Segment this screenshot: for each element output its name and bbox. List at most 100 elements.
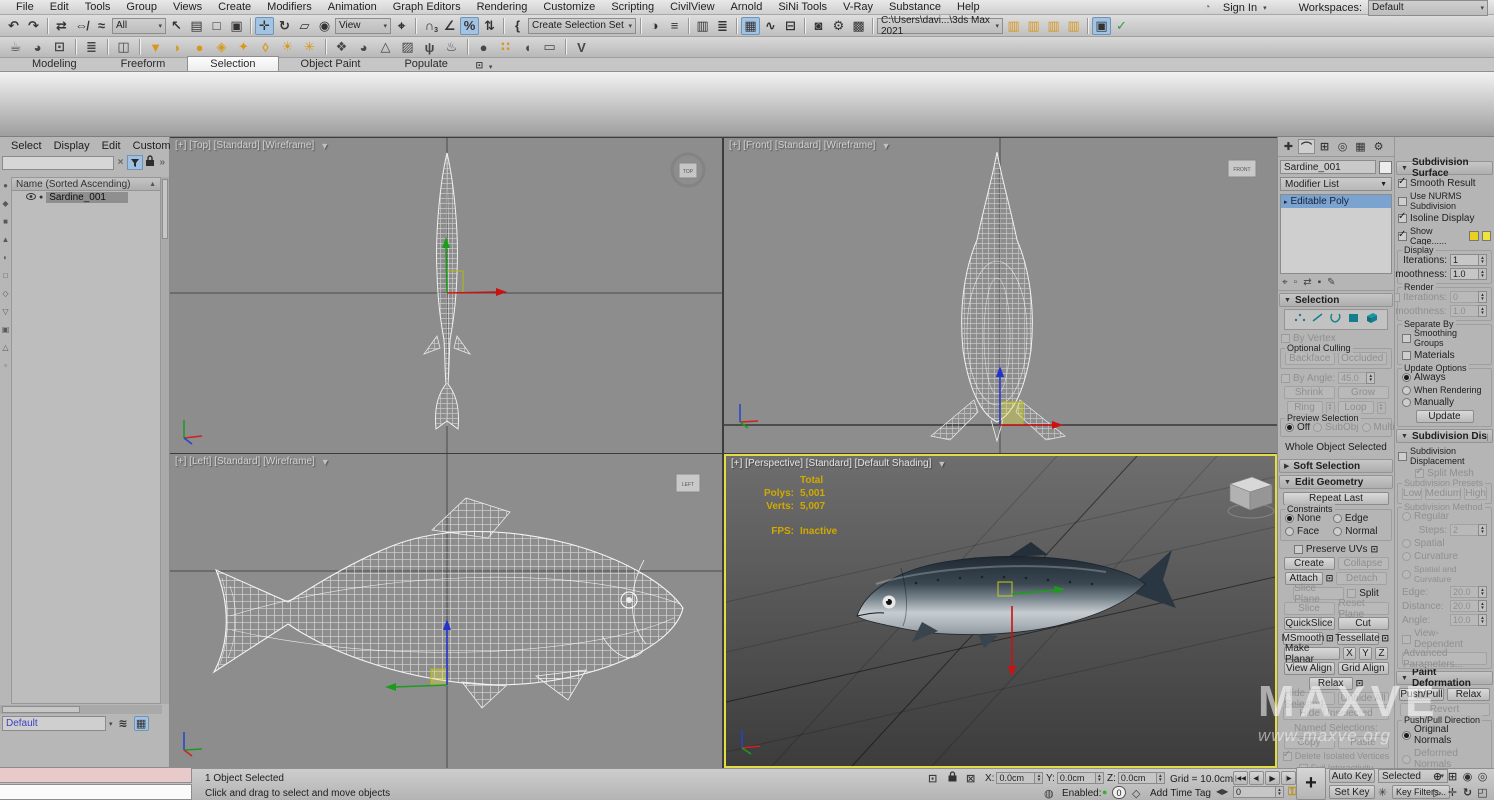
update-manually-radio[interactable]: [1402, 398, 1411, 407]
update-always-radio[interactable]: [1402, 373, 1411, 382]
constraint-normal-radio[interactable]: [1333, 527, 1342, 536]
window-crossing-icon[interactable]: ▣: [227, 17, 246, 35]
toggle-scene-explorer-icon[interactable]: ▥: [693, 17, 712, 35]
preserve-uvs-checkbox[interactable]: [1294, 545, 1303, 554]
active-layer-dropdown[interactable]: Default: [2, 716, 106, 731]
menu-sini-tools[interactable]: SiNi Tools: [770, 1, 835, 13]
select-object-icon[interactable]: ↖: [167, 17, 186, 35]
percent-snap-icon[interactable]: %: [460, 17, 479, 35]
zoom-icon[interactable]: ⊕: [1430, 769, 1445, 783]
backface-button[interactable]: Backface: [1285, 352, 1335, 365]
maxscript-mini-listener-white[interactable]: [0, 784, 192, 800]
isoline-display-checkbox[interactable]: [1398, 214, 1407, 223]
tab-populate[interactable]: Populate: [382, 57, 469, 71]
viewport-left-label[interactable]: [+] [Left] [Standard] [Wireframe]▼: [175, 456, 330, 467]
vray-logo-icon[interactable]: V: [572, 38, 591, 56]
field-of-view-icon[interactable]: ▷: [1430, 785, 1445, 799]
explorer-hscrollbar[interactable]: [0, 705, 162, 714]
relax-settings-icon[interactable]: ⊡: [1356, 678, 1364, 689]
layer-explorer-toggle-icon[interactable]: ▦: [134, 716, 149, 731]
rectangular-selection-region-icon[interactable]: □: [207, 17, 226, 35]
tessellate-settings-icon[interactable]: ⊡: [1382, 633, 1390, 644]
grow-button[interactable]: Grow: [1338, 386, 1389, 399]
modify-tab-icon[interactable]: ⌒: [1298, 139, 1315, 154]
filter-containers-icon[interactable]: ▫: [4, 361, 7, 370]
sky-light-icon[interactable]: ✳: [300, 38, 319, 56]
set-key-button[interactable]: Set Key: [1329, 785, 1375, 799]
menu-group[interactable]: Group: [118, 1, 165, 13]
environment-globe-icon[interactable]: ❖: [332, 38, 351, 56]
tab-object-paint[interactable]: Object Paint: [279, 57, 383, 71]
by-vertex-checkbox[interactable]: [1281, 334, 1290, 343]
auto-key-button[interactable]: Auto Key: [1329, 769, 1375, 783]
render-production-icon[interactable]: ▣: [1092, 17, 1111, 35]
explorer-menu-display[interactable]: Display: [49, 140, 95, 152]
terrain-icon[interactable]: △: [376, 38, 395, 56]
explorer-menu-edit[interactable]: Edit: [97, 140, 126, 152]
edge-subobject-icon[interactable]: [1311, 312, 1324, 327]
menu-civilview[interactable]: CivilView: [662, 1, 722, 13]
ribbon-minimize-icon[interactable]: ⊡: [470, 59, 489, 71]
hide-unselected-button[interactable]: Hide Unselected: [1283, 707, 1389, 720]
time-tag-icon[interactable]: ◇: [1132, 787, 1140, 800]
steps-spinner[interactable]: 2▲▼: [1450, 524, 1487, 536]
tessellate-button[interactable]: Tessellate: [1337, 632, 1379, 645]
per-view-filter-icon[interactable]: ▼: [881, 141, 890, 151]
split-mesh-checkbox[interactable]: [1415, 469, 1424, 478]
filter-shapes-icon[interactable]: ■: [3, 217, 8, 226]
render-preset-b-icon[interactable]: ▥: [1024, 17, 1043, 35]
angle-spinner[interactable]: 10.0▲▼: [1450, 614, 1487, 626]
preview-subobj-radio[interactable]: [1313, 423, 1322, 432]
menu-edit[interactable]: Edit: [42, 1, 77, 13]
previous-frame-icon[interactable]: ◀|: [1249, 771, 1264, 785]
create-selection-set-dropdown[interactable]: Create Selection Set▾: [528, 18, 636, 34]
tab-selection[interactable]: Selection: [187, 56, 278, 71]
frame-step-arrows-icon[interactable]: ◀▶: [1216, 787, 1228, 796]
filter-bones-icon[interactable]: △: [2, 343, 8, 352]
frame-pill[interactable]: 0: [1112, 786, 1126, 799]
set-keys-button[interactable]: +: [1296, 767, 1326, 800]
collapse-button[interactable]: Collapse: [1338, 557, 1389, 570]
preset-low-button[interactable]: Low: [1402, 487, 1422, 500]
render-iterations-checkbox[interactable]: [1394, 293, 1400, 302]
redo-icon[interactable]: ↷: [24, 17, 43, 35]
method-spatial-curvature-radio[interactable]: [1402, 570, 1411, 579]
per-view-filter-icon[interactable]: ▼: [320, 141, 329, 151]
image-plane-icon[interactable]: ▭: [540, 38, 559, 56]
viewport-front-label[interactable]: [+] [Front] [Standard] [Wireframe]▼: [729, 140, 890, 151]
menu-vray[interactable]: V-Ray: [835, 1, 881, 13]
rollout-subdivision-displacement[interactable]: ▼Subdivision Displaceme: [1396, 429, 1493, 443]
slice-button[interactable]: Slice: [1284, 602, 1335, 615]
filter-all-icon[interactable]: ●: [3, 181, 8, 190]
quickslice-button[interactable]: QuickSlice: [1284, 617, 1335, 630]
select-and-scale-icon[interactable]: ▱: [295, 17, 314, 35]
paste-button[interactable]: Paste: [1338, 736, 1389, 749]
render-setup-icon[interactable]: ⚙: [829, 17, 848, 35]
absolute-mode-icon[interactable]: ⊠: [966, 772, 975, 785]
fire-icon[interactable]: ♨: [442, 38, 461, 56]
delete-isolated-vertices-checkbox[interactable]: [1283, 752, 1292, 761]
tree-row-sardine[interactable]: ● Sardine_001: [12, 191, 160, 204]
undo-icon[interactable]: ↶: [4, 17, 23, 35]
explorer-menu-select[interactable]: Select: [6, 140, 47, 152]
zoom-all-icon[interactable]: ⊞: [1445, 769, 1460, 783]
x-coordinate-spinner[interactable]: 0.0cm▲▼: [996, 772, 1043, 784]
occluded-button[interactable]: Occluded: [1338, 352, 1388, 365]
render-sphere-icon[interactable]: ◕: [28, 38, 47, 56]
sign-in-caret-icon[interactable]: ▾: [1263, 4, 1267, 12]
element-subobject-icon[interactable]: [1365, 312, 1379, 327]
vertex-subobject-icon[interactable]: [1293, 312, 1306, 327]
border-subobject-icon[interactable]: [1329, 312, 1342, 327]
hierarchy-tab-icon[interactable]: ⊞: [1316, 139, 1333, 154]
next-frame-icon[interactable]: |▶: [1281, 771, 1296, 785]
toggle-ribbon-icon[interactable]: ▦: [741, 17, 760, 35]
method-spatial-radio[interactable]: [1402, 539, 1411, 548]
menu-create[interactable]: Create: [210, 1, 259, 13]
object-color-swatch[interactable]: [1379, 161, 1392, 174]
schematic-view-icon[interactable]: ⊟: [781, 17, 800, 35]
pan-icon[interactable]: ✛: [1445, 785, 1460, 799]
maxscript-mini-listener-pink[interactable]: [0, 767, 192, 783]
copy-button[interactable]: Copy: [1284, 736, 1335, 749]
explorer-vscrollbar[interactable]: [161, 177, 169, 704]
add-time-tag[interactable]: Add Time Tag: [1150, 788, 1211, 799]
